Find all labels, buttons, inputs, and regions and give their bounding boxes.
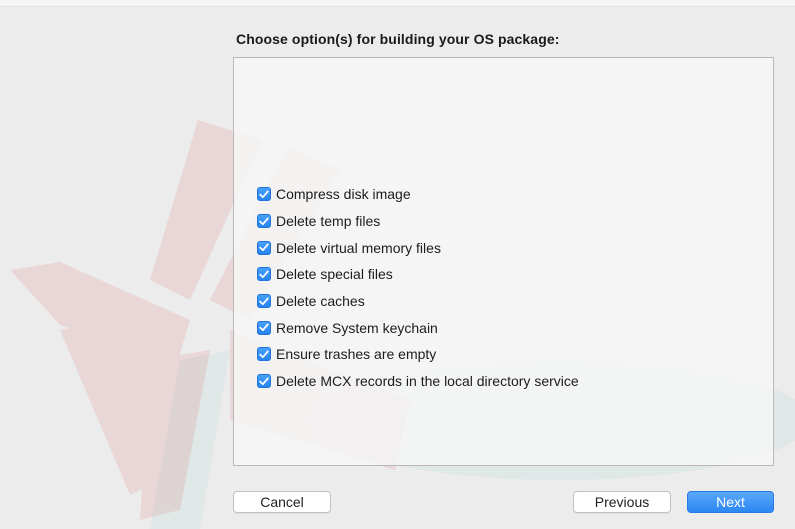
option-label: Remove System keychain <box>276 319 438 336</box>
checkmark-icon <box>259 350 269 359</box>
checkbox-checked[interactable] <box>257 187 271 202</box>
page-heading: Choose option(s) for building your OS pa… <box>236 31 560 47</box>
option-label: Ensure trashes are empty <box>276 346 437 363</box>
previous-button[interactable]: Previous <box>573 491 671 513</box>
checkmark-icon <box>259 217 269 225</box>
next-button[interactable]: Next <box>687 491 774 513</box>
checkmark-icon <box>259 323 269 332</box>
option-label: Delete special files <box>276 266 393 283</box>
installer-window: Choose option(s) for building your OS pa… <box>0 0 795 529</box>
option-delete-special-files[interactable]: Delete special files <box>257 261 579 288</box>
option-delete-temp-files[interactable]: Delete temp files <box>257 208 579 235</box>
option-ensure-trashes-empty[interactable]: Ensure trashes are empty <box>257 341 579 368</box>
option-delete-caches[interactable]: Delete caches <box>257 288 579 315</box>
option-label: Delete MCX records in the local director… <box>276 373 579 390</box>
checkbox-checked[interactable] <box>257 320 271 335</box>
checkmark-icon <box>259 243 269 252</box>
option-remove-system-keychain[interactable]: Remove System keychain <box>257 314 579 341</box>
checkbox-checked[interactable] <box>257 347 271 362</box>
option-delete-virtual-memory-files[interactable]: Delete virtual memory files <box>257 234 579 261</box>
checkmark-icon <box>259 190 269 198</box>
option-compress-disk-image[interactable]: Compress disk image <box>257 181 579 208</box>
option-list: Compress disk image Delete temp files De… <box>257 181 579 395</box>
options-panel: Compress disk image Delete temp files De… <box>233 57 774 466</box>
checkbox-checked[interactable] <box>257 374 271 389</box>
cancel-button[interactable]: Cancel <box>233 491 331 513</box>
checkbox-checked[interactable] <box>257 294 271 309</box>
checkbox-checked[interactable] <box>257 240 271 255</box>
option-label: Delete caches <box>276 293 365 310</box>
option-label: Compress disk image <box>276 186 411 203</box>
window-top-edge <box>0 0 795 7</box>
checkmark-icon <box>259 377 269 385</box>
checkbox-checked[interactable] <box>257 214 271 229</box>
checkmark-icon <box>259 270 269 278</box>
checkbox-checked[interactable] <box>257 267 271 282</box>
checkmark-icon <box>259 297 269 305</box>
option-label: Delete virtual memory files <box>276 239 441 256</box>
option-delete-mcx-records[interactable]: Delete MCX records in the local director… <box>257 368 579 395</box>
option-label: Delete temp files <box>276 213 381 230</box>
